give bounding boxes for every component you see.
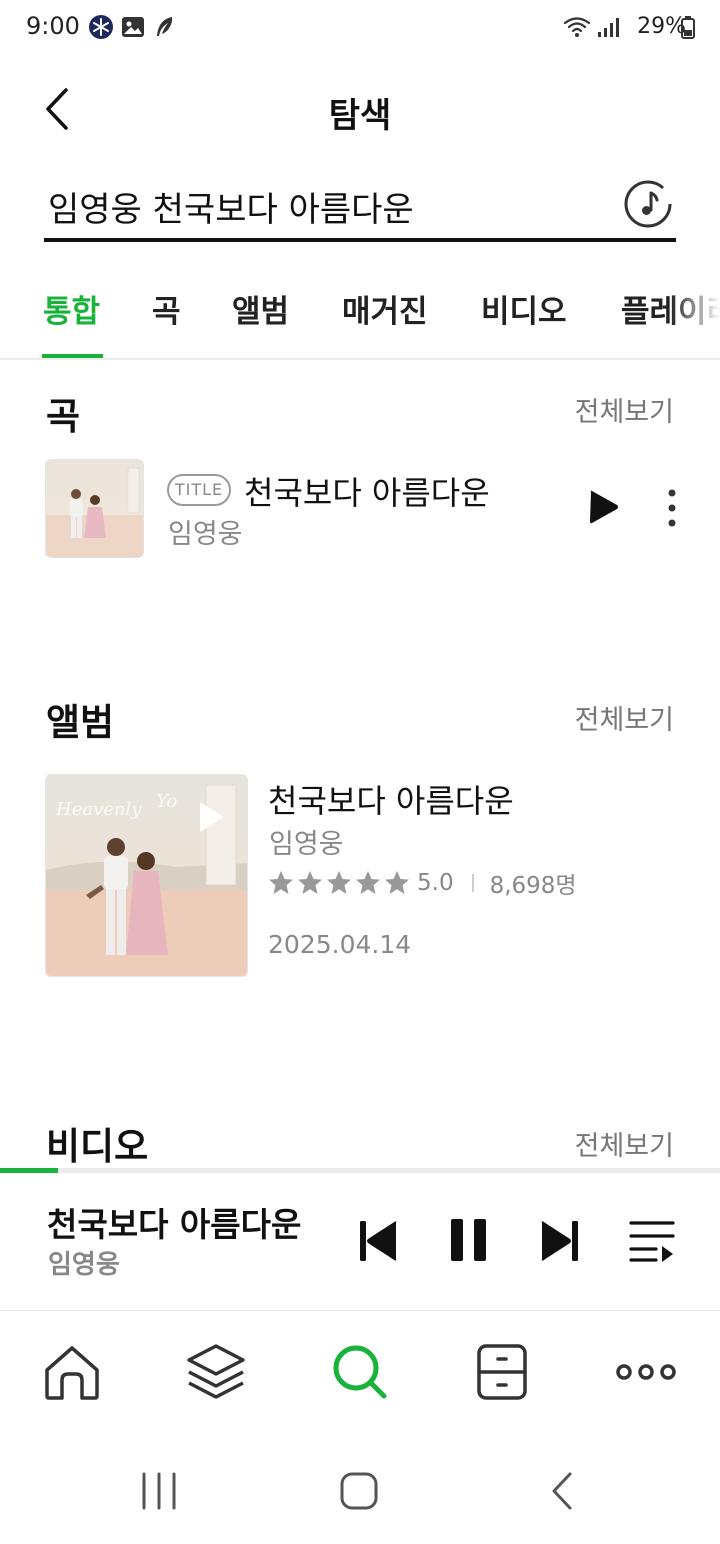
- song-title[interactable]: 천국보다 아름다운: [244, 468, 490, 514]
- feather-app-icon: [157, 17, 173, 36]
- playlist-button[interactable]: [628, 1218, 676, 1264]
- recent-apps-icon: [142, 1472, 176, 1510]
- wifi-icon: [563, 17, 591, 37]
- tab-songs[interactable]: 곡: [152, 286, 181, 331]
- videos-see-all-link[interactable]: 전체보기: [575, 1124, 674, 1163]
- recent-apps-button[interactable]: [134, 1466, 184, 1516]
- back-icon: [552, 1472, 572, 1510]
- active-tab-indicator: [42, 354, 103, 358]
- song-album-art[interactable]: [45, 459, 144, 558]
- status-bar: 9:00 29%: [0, 0, 720, 56]
- album-artist[interactable]: 임영웅: [269, 822, 344, 861]
- tab-fade: [670, 270, 720, 358]
- nav-storage-button[interactable]: [470, 1340, 534, 1404]
- skip-next-icon: [541, 1221, 578, 1261]
- now-playing-artist[interactable]: 임영웅: [48, 1244, 120, 1281]
- songs-section-title: 곡: [46, 395, 81, 438]
- snowflake-app-icon: [89, 15, 113, 39]
- playback-progress-fill: [0, 1168, 58, 1173]
- nav-more-button[interactable]: [614, 1340, 678, 1404]
- search-input[interactable]: [48, 180, 608, 232]
- song-artist[interactable]: 임영웅: [168, 512, 243, 551]
- tab-albums[interactable]: 앨범: [232, 286, 289, 331]
- star-icon: [327, 871, 351, 894]
- now-playing-title[interactable]: 천국보다 아름다운: [47, 1198, 301, 1246]
- svg-text:Yo: Yo: [156, 791, 177, 812]
- page-title: 탐색: [328, 96, 392, 136]
- album-cover[interactable]: Heavenly Yo: [45, 774, 248, 977]
- star-icon: [269, 871, 293, 894]
- nav-search-button[interactable]: [328, 1340, 392, 1404]
- rating-score: 5.0: [417, 870, 454, 896]
- skip-previous-button[interactable]: [356, 1218, 400, 1264]
- skip-previous-icon: [360, 1221, 397, 1261]
- playlist-icon: [629, 1221, 675, 1262]
- play-icon: [590, 490, 618, 524]
- home-button-icon: [340, 1472, 378, 1510]
- tab-video[interactable]: 비디오: [481, 286, 567, 331]
- albums-section-title: 앨범: [46, 701, 115, 744]
- drawer-icon: [477, 1344, 527, 1400]
- player-divider: [0, 1310, 720, 1311]
- battery-percent: 29%: [637, 14, 686, 39]
- home-icon: [45, 1346, 99, 1400]
- gallery-icon: [122, 17, 144, 37]
- pause-button[interactable]: [448, 1216, 490, 1264]
- star-icon: [298, 871, 322, 894]
- star-icon: [385, 871, 409, 894]
- pause-icon: [451, 1219, 486, 1261]
- album-release-date: 2025.04.14: [268, 930, 412, 959]
- more-icon: [616, 1364, 676, 1380]
- music-note-icon: [642, 191, 659, 215]
- tab-magazine[interactable]: 매거진: [342, 286, 428, 331]
- song-play-button[interactable]: [586, 488, 620, 526]
- album-title[interactable]: 천국보다 아름다운: [268, 776, 514, 822]
- videos-section-title: 비디오: [46, 1125, 149, 1168]
- album-play-overlay-icon[interactable]: [190, 797, 230, 837]
- music-recognition-button[interactable]: [622, 178, 674, 230]
- rating-count: 8,698명: [489, 873, 577, 899]
- title-track-badge: TITLE: [167, 474, 231, 506]
- search-icon: [333, 1345, 387, 1399]
- skip-next-button[interactable]: [538, 1218, 582, 1264]
- tab-bar: 통합 곡 앨범 매거진 비디오 플레이리: [0, 270, 720, 360]
- system-home-button[interactable]: [334, 1466, 384, 1516]
- tab-all[interactable]: 통합: [43, 286, 100, 331]
- song-more-button[interactable]: [660, 486, 684, 530]
- battery-icon: [681, 16, 695, 39]
- status-time: 9:00: [26, 12, 80, 40]
- playback-progress-bar[interactable]: [0, 1168, 720, 1173]
- nav-home-button[interactable]: [40, 1340, 104, 1404]
- signal-icon: [598, 18, 619, 37]
- search-underline: [44, 238, 676, 242]
- nav-library-button[interactable]: [184, 1340, 248, 1404]
- rating-divider: [471, 874, 474, 892]
- albums-see-all-link[interactable]: 전체보기: [575, 698, 674, 737]
- svg-text:Heavenly: Heavenly: [55, 799, 142, 820]
- star-icon: [356, 871, 380, 894]
- more-vertical-icon: [668, 489, 676, 527]
- songs-see-all-link[interactable]: 전체보기: [575, 390, 674, 429]
- layers-icon: [187, 1344, 245, 1399]
- album-rating: 5.0 8,698명: [268, 868, 577, 899]
- system-back-button[interactable]: [540, 1466, 590, 1516]
